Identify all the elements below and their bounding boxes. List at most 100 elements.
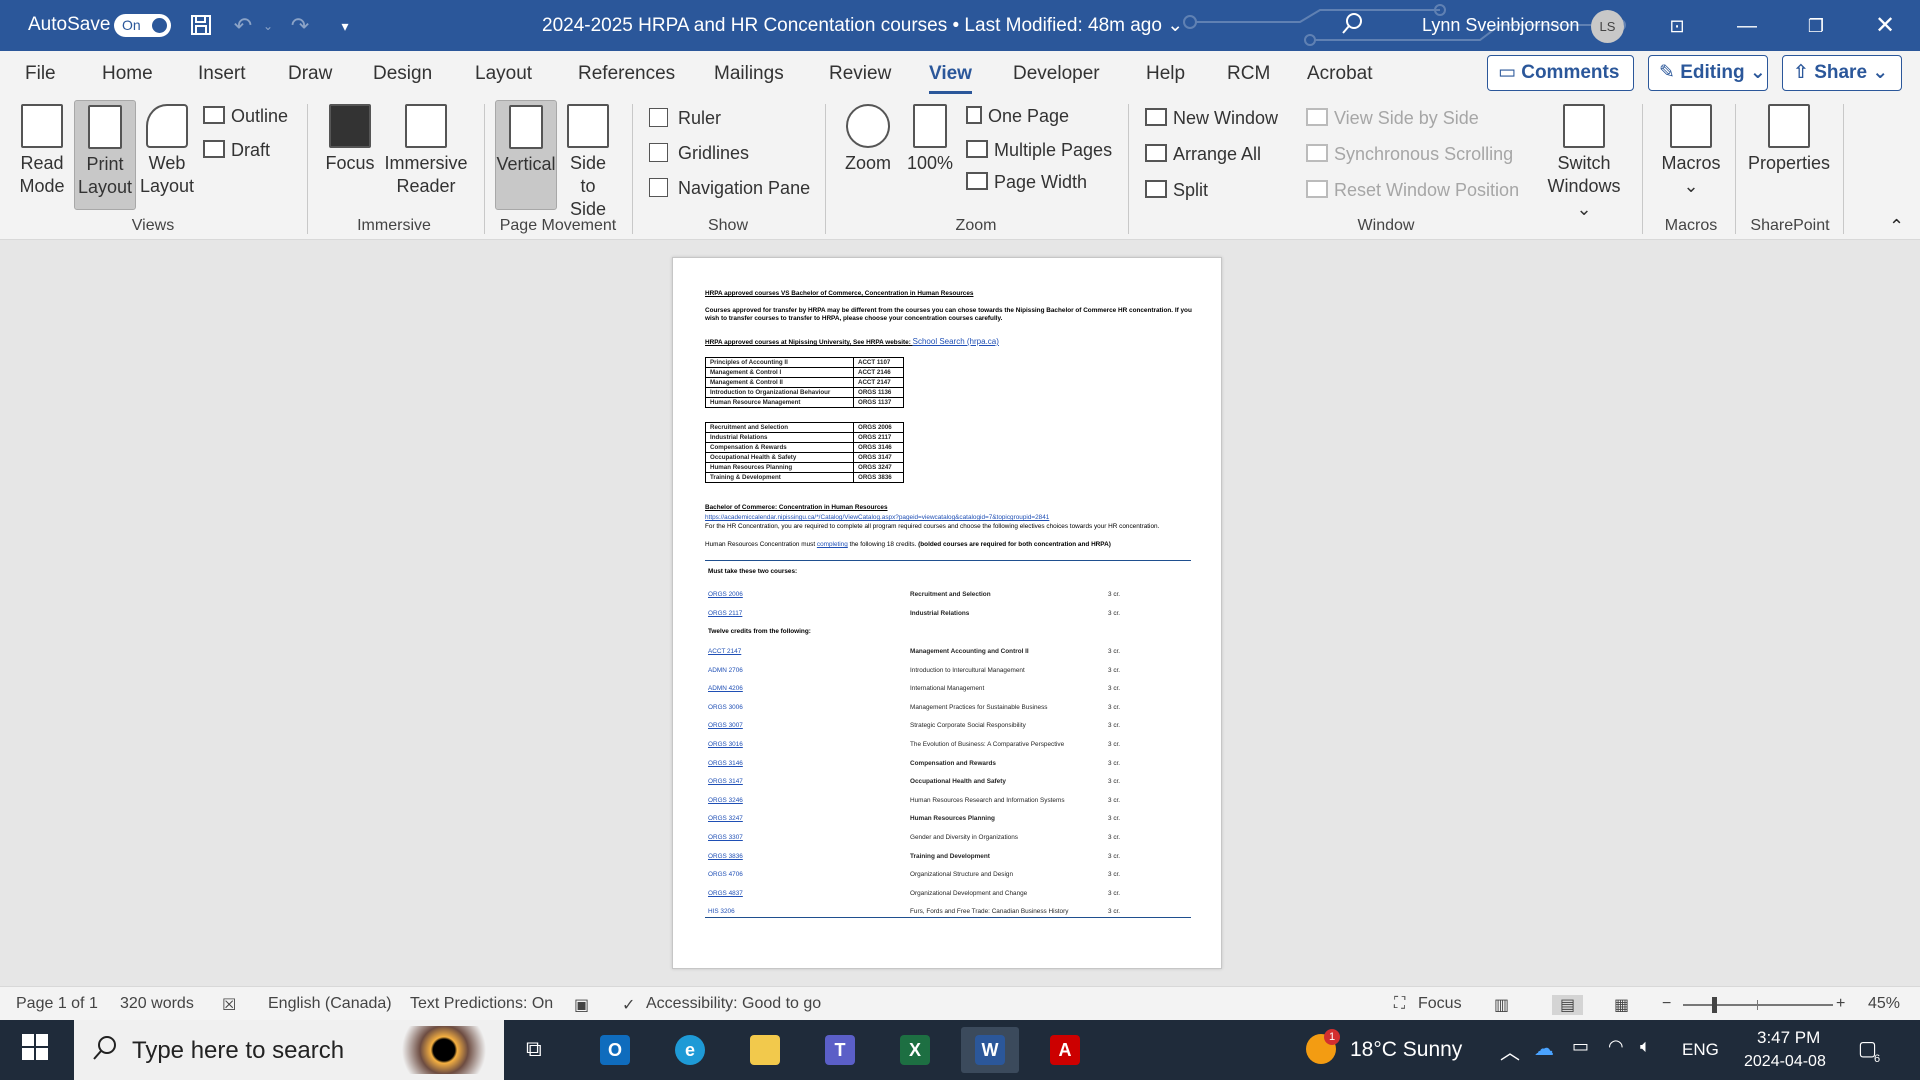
ruler-checkbox[interactable]: Ruler [649, 108, 721, 129]
clock-time[interactable]: 3:47 PM [1757, 1028, 1820, 1048]
web-layout-view-icon[interactable]: ▦ [1614, 995, 1629, 1015]
credit-note-link[interactable]: completing [817, 541, 848, 548]
clock-date[interactable]: 2024-04-08 [1744, 1053, 1826, 1071]
zoom-out-icon[interactable]: − [1662, 995, 1671, 1013]
proofing-icon[interactable]: ☒ [222, 995, 236, 1015]
taskbar-search[interactable]: Type here to search [74, 1020, 504, 1080]
course-code-link[interactable]: ORGS 3307 [708, 834, 743, 841]
word-count[interactable]: 320 words [120, 995, 194, 1013]
document-title[interactable]: 2024-2025 HRPA and HR Concentation cours… [542, 14, 1183, 37]
course-code-link[interactable]: ORGS 2117 [708, 610, 742, 617]
battery-icon[interactable]: ▭ [1572, 1036, 1589, 1057]
acrobat-app[interactable]: A [1036, 1027, 1094, 1073]
hrpa-website-link[interactable]: School Search (hrpa.ca) [913, 337, 999, 346]
customize-qat-icon[interactable]: ▾ [332, 13, 358, 39]
word-app[interactable]: W [961, 1027, 1019, 1073]
outline-button[interactable]: Outline [203, 106, 288, 127]
course-code-link[interactable]: ORGS 3016 [708, 741, 743, 748]
share-button[interactable]: ⇧ Share ⌄ [1782, 55, 1902, 91]
zoom-level[interactable]: 45% [1868, 995, 1900, 1013]
close-icon[interactable]: ✕ [1870, 11, 1900, 41]
switch-windows-button[interactable]: Switch Windows ⌄ [1538, 104, 1630, 221]
tab-home[interactable]: Home [102, 63, 153, 85]
view-side-by-side-button[interactable]: View Side by Side [1306, 108, 1479, 129]
avatar[interactable]: LS [1591, 10, 1624, 43]
synchronous-scrolling-button[interactable]: Synchronous Scrolling [1306, 144, 1513, 165]
course-code-link[interactable]: ORGS 3247 [708, 815, 743, 822]
read-mode-view-icon[interactable]: ▥ [1494, 995, 1509, 1015]
tab-file[interactable]: File [25, 63, 56, 85]
course-code-link[interactable]: ORGS 3147 [708, 778, 743, 785]
zoom-slider-thumb[interactable] [1712, 997, 1717, 1013]
weather-text[interactable]: 18°C Sunny [1350, 1038, 1462, 1062]
navigation-pane-checkbox[interactable]: Navigation Pane [649, 178, 810, 199]
course-code-link[interactable]: ORGS 2006 [708, 591, 743, 598]
document-page[interactable]: HRPA approved courses VS Bachelor of Com… [672, 257, 1222, 969]
multiple-pages-button[interactable]: Multiple Pages [966, 140, 1112, 161]
focus-button[interactable]: Focus [322, 104, 378, 175]
tab-references[interactable]: References [578, 63, 675, 85]
accessibility-status[interactable]: Accessibility: Good to go [646, 995, 821, 1013]
course-code-link[interactable]: ORGS 4837 [708, 890, 743, 897]
tab-layout[interactable]: Layout [475, 63, 532, 85]
windows-start-icon[interactable] [22, 1034, 48, 1065]
input-language[interactable]: ENG [1682, 1040, 1719, 1060]
tab-draw[interactable]: Draw [288, 63, 332, 85]
editing-button[interactable]: ✎ Editing ⌄ [1648, 55, 1768, 91]
teams-app[interactable]: T [811, 1027, 869, 1073]
reset-window-position-button[interactable]: Reset Window Position [1306, 180, 1519, 201]
course-code-link[interactable]: ADMN 4206 [708, 685, 743, 692]
collapse-ribbon-icon[interactable]: ⌃ [1889, 216, 1904, 237]
zoom-button[interactable]: Zoom [840, 104, 896, 175]
print-layout-view-icon[interactable]: ▤ [1552, 995, 1584, 1015]
ribbon-display-icon[interactable]: ⊡ [1662, 11, 1692, 41]
undo-icon[interactable]: ↶ [230, 13, 256, 39]
one-page-button[interactable]: One Page [966, 106, 1069, 127]
onedrive-icon[interactable]: ☁ [1534, 1036, 1554, 1061]
print-layout-button[interactable]: Print Layout [74, 100, 136, 210]
macro-recording-icon[interactable]: ▣ [574, 995, 589, 1015]
tab-developer[interactable]: Developer [1013, 63, 1100, 85]
ruler-check[interactable] [649, 108, 668, 127]
split-button[interactable]: Split [1145, 180, 1208, 201]
tab-review[interactable]: Review [829, 63, 891, 85]
edge-app[interactable]: e [661, 1027, 719, 1073]
focus-mode-icon[interactable]: ⛶ [1394, 995, 1405, 1013]
restore-icon[interactable]: ❐ [1801, 11, 1831, 41]
tab-mailings[interactable]: Mailings [714, 63, 784, 85]
new-window-button[interactable]: New Window [1145, 108, 1278, 129]
read-mode-button[interactable]: Read Mode [14, 104, 70, 198]
text-predictions[interactable]: Text Predictions: On [410, 995, 553, 1013]
page-width-button[interactable]: Page Width [966, 172, 1087, 193]
draft-button[interactable]: Draft [203, 140, 270, 161]
wifi-icon[interactable]: ◠ [1608, 1036, 1624, 1057]
file-explorer-app[interactable] [736, 1027, 794, 1073]
navigation-pane-check[interactable] [649, 178, 668, 197]
gridlines-check[interactable] [649, 143, 668, 162]
tab-design[interactable]: Design [373, 63, 432, 85]
tab-rcm[interactable]: RCM [1227, 63, 1270, 85]
course-code-link[interactable]: ORGS 3246 [708, 797, 743, 804]
accessibility-icon[interactable]: ✓ [622, 995, 635, 1015]
course-code-link[interactable]: ORGS 3836 [708, 853, 743, 860]
show-hidden-icons[interactable]: ︿ [1500, 1036, 1520, 1065]
zoom-in-icon[interactable]: + [1836, 995, 1845, 1013]
zoom-100-button[interactable]: 100% [902, 104, 958, 175]
tab-acrobat[interactable]: Acrobat [1307, 63, 1372, 85]
gridlines-checkbox[interactable]: Gridlines [649, 143, 749, 164]
catalog-link[interactable]: https://academiccalendar.nipissingu.ca/*… [705, 514, 1195, 522]
course-code-link[interactable]: ACCT 2147 [708, 648, 741, 655]
web-layout-button[interactable]: Web Layout [140, 104, 194, 198]
language[interactable]: English (Canada) [268, 995, 392, 1013]
comments-button[interactable]: ▭ Comments [1487, 55, 1634, 91]
macros-button[interactable]: Macros ⌄ [1655, 104, 1727, 198]
course-code-link[interactable]: ORGS 3007 [708, 722, 743, 729]
outlook-app[interactable]: O [586, 1027, 644, 1073]
immersive-reader-button[interactable]: Immersive Reader [382, 104, 470, 198]
volume-icon[interactable]: 🔈︎ [1640, 1036, 1651, 1057]
vertical-button[interactable]: Vertical [495, 100, 557, 210]
tab-insert[interactable]: Insert [198, 63, 246, 85]
redo-icon[interactable]: ↷ [287, 13, 313, 39]
side-to-side-button[interactable]: Side to Side [560, 104, 616, 221]
undo-dropdown-icon[interactable]: ⌄ [255, 13, 281, 39]
